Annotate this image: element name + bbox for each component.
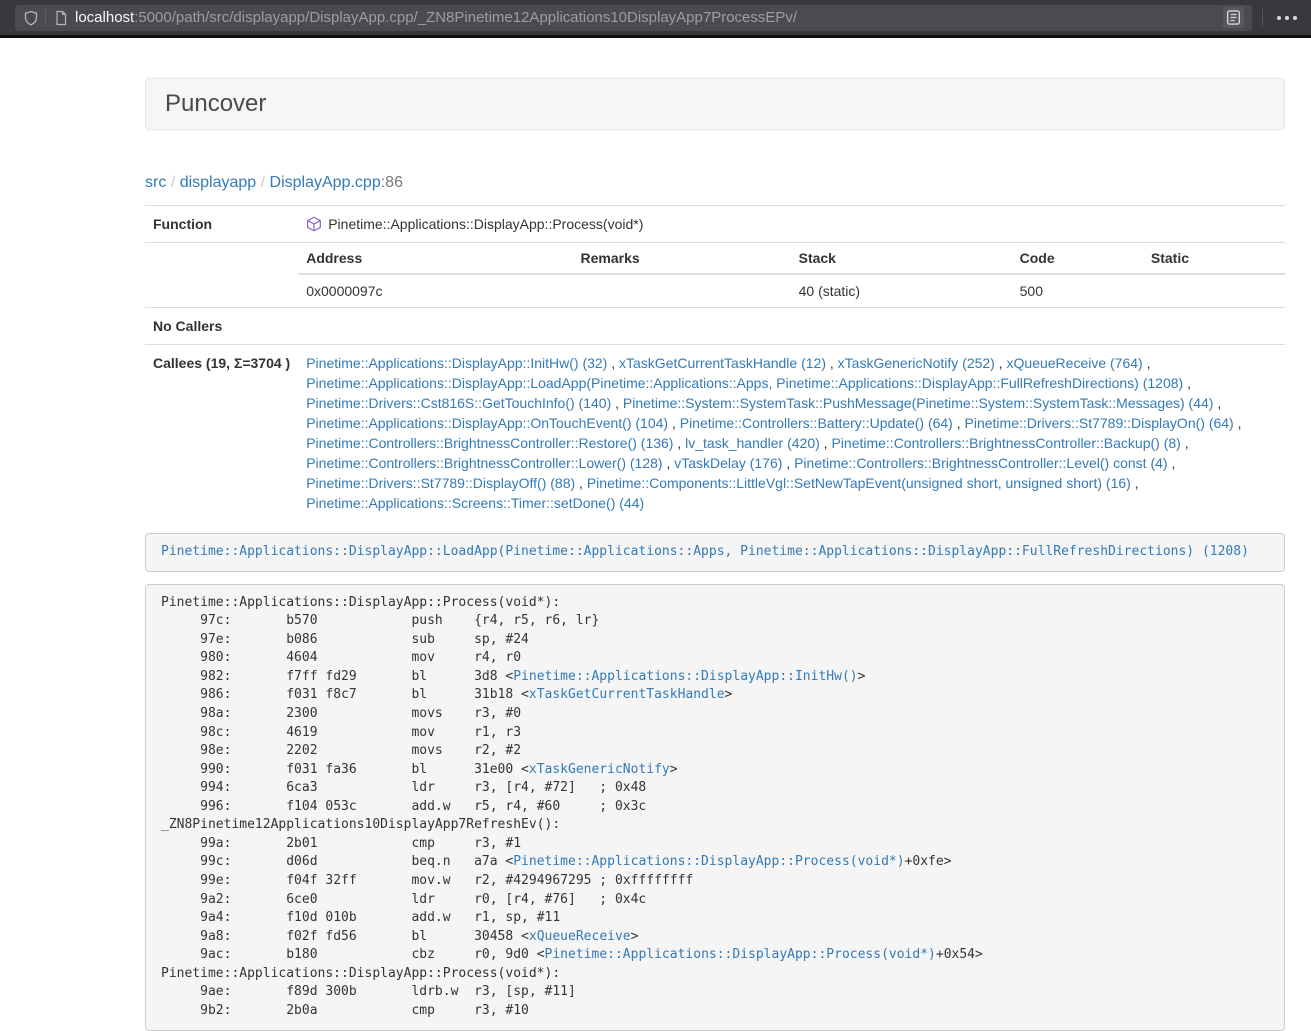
disassembly-symbol-link[interactable]: Pinetime::Applications::DisplayApp::Proc… (545, 947, 936, 962)
function-name-cell: Pinetime::Applications::DisplayApp::Proc… (298, 206, 1285, 243)
address-value: 0x0000097c (298, 274, 572, 307)
code-value: 500 (1012, 274, 1143, 307)
breadcrumb-separator: / (261, 174, 265, 191)
static-value (1143, 274, 1285, 307)
column-header-code: Code (1012, 243, 1143, 274)
disassembly-symbol-link[interactable]: Pinetime::Applications::DisplayApp::Init… (513, 669, 857, 684)
url-path: :5000/path/src/displayapp/DisplayApp.cpp… (134, 9, 797, 26)
breadcrumb-separator: / (171, 174, 175, 191)
callee-link[interactable]: vTaskDelay (176) (674, 455, 782, 471)
stats-header-row: Address Remarks Stack Code Static (298, 243, 1285, 274)
page-favicon-icon (54, 10, 68, 26)
breadcrumb-file-link[interactable]: DisplayApp.cpp (270, 174, 381, 191)
page-title: Puncover (145, 78, 1285, 130)
callee-link[interactable]: xTaskGetCurrentTaskHandle (12) (619, 355, 826, 371)
no-callers-label: No Callers (145, 308, 298, 345)
highlighted-callee-box: Pinetime::Applications::DisplayApp::Load… (145, 533, 1285, 572)
callee-link[interactable]: Pinetime::Drivers::St7789::DisplayOn() (… (965, 415, 1234, 431)
stack-value: 40 (static) (791, 274, 1012, 307)
reader-mode-icon[interactable] (1223, 7, 1244, 28)
breadcrumb: src / displayapp / DisplayApp.cpp:86 (145, 174, 1285, 192)
callee-link[interactable]: Pinetime::Applications::DisplayApp::Load… (306, 375, 1183, 391)
column-header-stack: Stack (791, 243, 1012, 274)
callee-link[interactable]: Pinetime::Controllers::BrightnessControl… (794, 455, 1167, 471)
highlighted-callee-link[interactable]: Pinetime::Applications::DisplayApp::Load… (161, 544, 1249, 559)
function-info-table: Function Pinetime::Applications::Display… (145, 205, 1285, 521)
function-row-label: Function (145, 206, 298, 243)
toolbar-divider (1262, 9, 1263, 26)
callee-link[interactable]: Pinetime::Controllers::BrightnessControl… (831, 435, 1180, 451)
stats-value-row: 0x0000097c 40 (static) 500 (298, 274, 1285, 307)
function-stats-table: Address Remarks Stack Code Static 0x0000… (298, 243, 1285, 307)
stats-row: Address Remarks Stack Code Static 0x0000… (145, 243, 1285, 308)
breadcrumb-line-number: :86 (381, 174, 403, 191)
callee-link[interactable]: Pinetime::Drivers::St7789::DisplayOff() … (306, 475, 575, 491)
callee-link[interactable]: Pinetime::Controllers::BrightnessControl… (306, 435, 673, 451)
disassembly-pre: Pinetime::Applications::DisplayApp::Proc… (145, 584, 1285, 1031)
main-content: Puncover src / displayapp / DisplayApp.c… (145, 78, 1285, 1031)
shield-icon[interactable] (23, 10, 39, 26)
breadcrumb-src-link[interactable]: src (145, 174, 166, 191)
disassembly-symbol-link[interactable]: xTaskGetCurrentTaskHandle (529, 687, 725, 702)
no-callers-row: No Callers (145, 308, 1285, 345)
function-row: Function Pinetime::Applications::Display… (145, 206, 1285, 243)
column-header-static: Static (1143, 243, 1285, 274)
disassembly-symbol-link[interactable]: Pinetime::Applications::DisplayApp::Proc… (513, 854, 904, 869)
callee-link[interactable]: Pinetime::Controllers::Battery::Update()… (680, 415, 953, 431)
callee-link[interactable]: Pinetime::Controllers::BrightnessControl… (306, 455, 662, 471)
callee-link[interactable]: Pinetime::Applications::Screens::Timer::… (306, 495, 644, 511)
disassembly-symbol-link[interactable]: xQueueReceive (529, 929, 631, 944)
callee-link[interactable]: lv_task_handler (420) (685, 435, 820, 451)
callees-label: Callees (19, Σ=3704 ) (145, 345, 298, 522)
callee-link[interactable]: Pinetime::Applications::DisplayApp::Init… (306, 355, 607, 371)
window-edge (0, 35, 1311, 38)
remarks-value (573, 274, 791, 307)
breadcrumb-displayapp-link[interactable]: displayapp (180, 174, 257, 191)
function-name: Pinetime::Applications::DisplayApp::Proc… (328, 216, 643, 232)
browser-menu-button[interactable] (1273, 10, 1301, 26)
callees-list: Pinetime::Applications::DisplayApp::Init… (298, 345, 1285, 522)
callee-link[interactable]: xQueueReceive (764) (1007, 355, 1143, 371)
column-header-address: Address (298, 243, 572, 274)
callee-link[interactable]: Pinetime::Applications::DisplayApp::OnTo… (306, 415, 668, 431)
url-text[interactable]: localhost:5000/path/src/displayapp/Displ… (75, 9, 1223, 26)
url-bar[interactable]: localhost:5000/path/src/displayapp/Displ… (15, 5, 1252, 31)
url-host: localhost (75, 9, 134, 26)
callee-link[interactable]: Pinetime::Components::LittleVgl::SetNewT… (587, 475, 1131, 491)
disassembly-symbol-link[interactable]: xTaskGenericNotify (529, 762, 670, 777)
callees-row: Callees (19, Σ=3704 ) Pinetime::Applicat… (145, 345, 1285, 522)
callee-link[interactable]: Pinetime::Drivers::Cst816S::GetTouchInfo… (306, 395, 611, 411)
callee-link[interactable]: Pinetime::System::SystemTask::PushMessag… (623, 395, 1214, 411)
callee-link[interactable]: xTaskGenericNotify (252) (838, 355, 995, 371)
browser-toolbar: localhost:5000/path/src/displayapp/Displ… (0, 0, 1311, 35)
package-cube-icon (306, 216, 322, 232)
column-header-remarks: Remarks (573, 243, 791, 274)
urlbar-divider (45, 10, 46, 26)
